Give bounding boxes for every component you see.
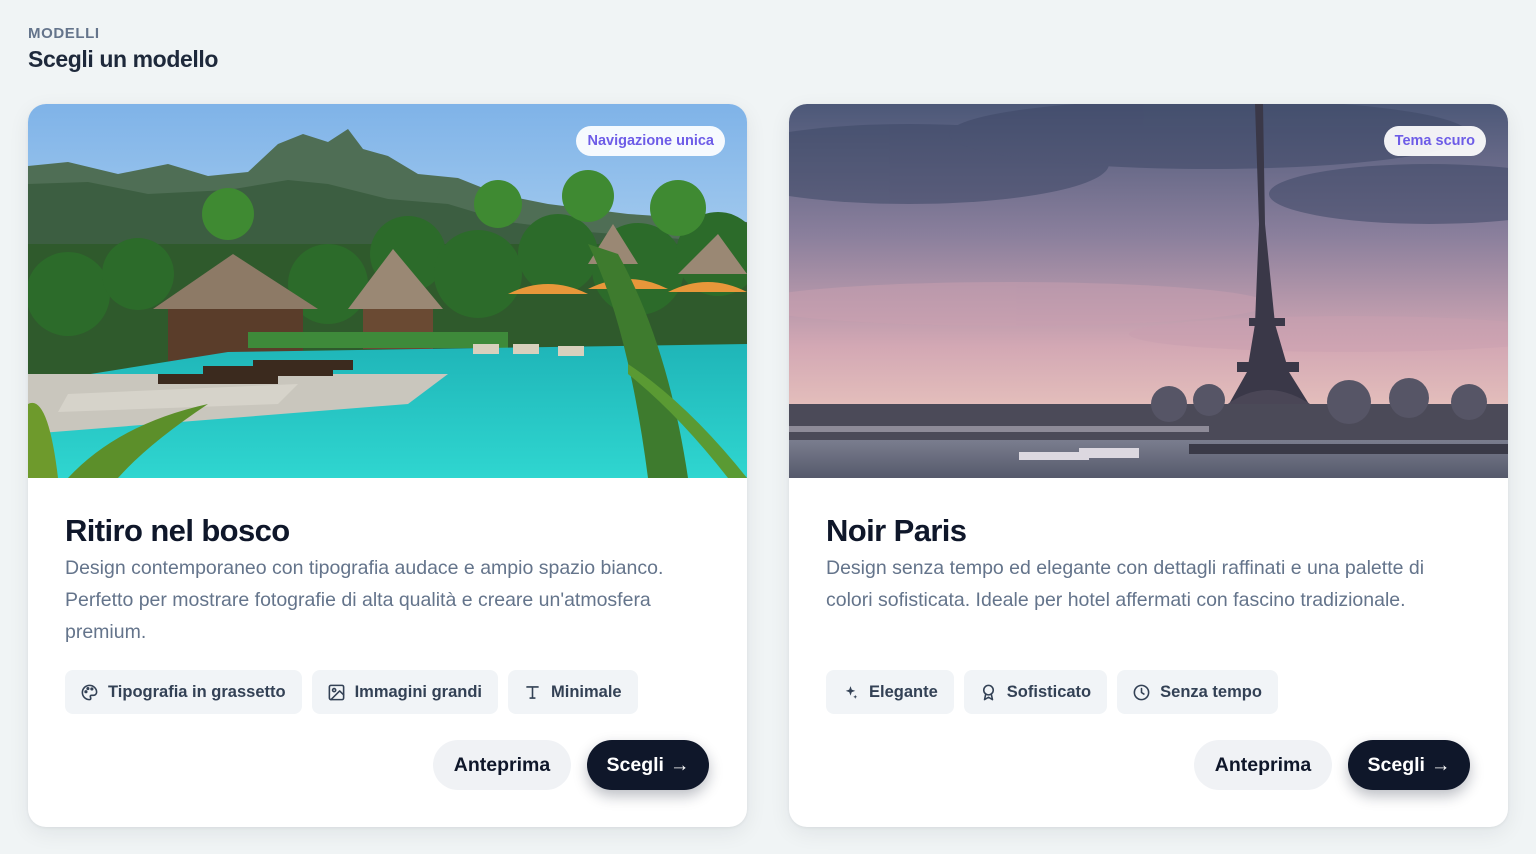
tropical-resort-illustration	[28, 104, 747, 478]
feature-badge: Tema scuro	[1383, 126, 1486, 156]
preview-button[interactable]: Anteprima	[1194, 740, 1332, 790]
card-actions: Anteprima Scegli →	[1194, 740, 1470, 790]
tag-label: Sofisticato	[1006, 682, 1092, 701]
template-description: Design senza tempo ed elegante con detta…	[826, 557, 1425, 611]
tag-label: Minimale	[551, 682, 622, 701]
tag-minimale: Minimale	[508, 670, 638, 714]
sparkle-icon	[841, 683, 860, 702]
template-title: Noir Paris	[826, 513, 967, 548]
tag-elegante: Elegante	[826, 670, 954, 714]
template-card-ritiro-nel-bosco[interactable]: Navigazione unica Ritiro nel bosco Desig…	[28, 104, 747, 827]
card-body: Noir Paris Design senza tempo ed elegant…	[826, 512, 1471, 616]
card-body: Ritiro nel bosco Design contemporaneo co…	[65, 512, 710, 648]
template-title: Ritiro nel bosco	[65, 513, 290, 548]
clock-icon	[1132, 683, 1151, 702]
page-header: MODELLI Scegli un modello	[28, 24, 218, 74]
template-chooser-page: MODELLI Scegli un modello Navigazione un…	[0, 0, 1536, 854]
tag-label: Tipografia in grassetto	[108, 682, 286, 701]
tag-senza-tempo: Senza tempo	[1117, 670, 1278, 714]
choose-button[interactable]: Scegli →	[1348, 740, 1470, 790]
tag-immagini: Immagini grandi	[311, 670, 498, 714]
template-preview-image: Tema scuro	[789, 104, 1508, 478]
feature-tags: Elegante Sofisticato Senza tempo	[826, 670, 1278, 714]
preview-button[interactable]: Anteprima	[433, 740, 571, 790]
tag-tipografia: Tipografia in grassetto	[65, 670, 302, 714]
template-description: Design contemporaneo con tipografia auda…	[65, 557, 664, 643]
card-actions: Anteprima Scegli →	[433, 740, 709, 790]
choose-button[interactable]: Scegli →	[587, 740, 709, 790]
eiffel-tower-illustration	[789, 104, 1508, 478]
template-preview-image: Navigazione unica	[28, 104, 747, 478]
tag-sofisticato: Sofisticato	[963, 670, 1108, 714]
award-icon	[979, 683, 998, 702]
choose-button-label: Scegli	[1367, 753, 1425, 776]
palette-icon	[80, 683, 99, 702]
page-title: Scegli un modello	[28, 46, 219, 72]
tag-label: Immagini grandi	[354, 682, 482, 701]
tag-label: Elegante	[869, 682, 938, 701]
image-icon	[327, 683, 346, 702]
arrow-right-icon: →	[1430, 753, 1451, 776]
tag-label: Senza tempo	[1160, 682, 1262, 701]
section-eyebrow: MODELLI	[28, 25, 100, 42]
feature-badge: Navigazione unica	[576, 126, 725, 156]
type-icon	[523, 683, 542, 702]
arrow-right-icon: →	[669, 753, 690, 776]
choose-button-label: Scegli	[606, 753, 664, 776]
template-card-noir-paris[interactable]: Tema scuro Noir Paris Design senza tempo…	[789, 104, 1508, 827]
feature-tags: Tipografia in grassetto Immagini grandi …	[65, 670, 638, 714]
